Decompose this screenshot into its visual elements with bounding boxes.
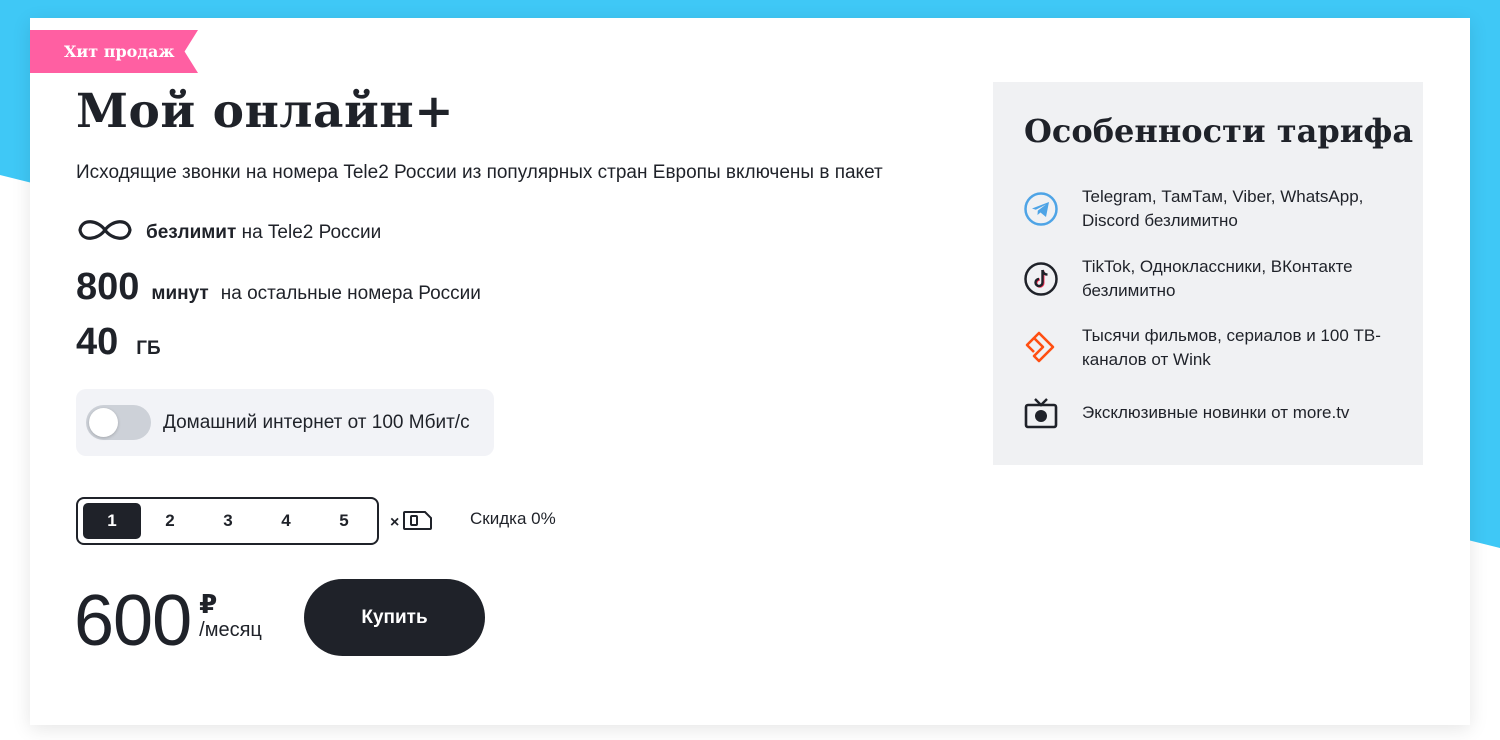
minutes-value: 800 [76,266,140,308]
data-value: 40 [76,321,119,363]
feature-item: Тысячи фильмов, сериалов и 100 ТВ-канало… [1023,324,1403,372]
unlimited-row: безлимит на Tele2 России [76,218,381,248]
sim-card-icon [403,509,433,536]
telegram-icon [1023,191,1059,227]
minutes-row: 800 минут на остальные номера России [76,266,481,310]
feature-text: Тысячи фильмов, сериалов и 100 ТВ-канало… [1082,326,1381,369]
unlimited-label: безлимит [146,222,237,243]
price-amount: 600 [74,581,192,661]
sim-option-5[interactable]: 5 [315,503,373,539]
sim-option-1[interactable]: 1 [83,503,141,539]
home-internet-toggle[interactable] [86,405,151,440]
feature-text: Эксклюзивные новинки от more.tv [1082,403,1350,422]
data-unit: ГБ [136,338,161,359]
feature-item: Эксклюзивные новинки от more.tv [1023,395,1403,431]
tariff-title: Мой онлайн+ [76,84,455,139]
tv-icon [1023,395,1059,431]
unlimited-desc: на Tele2 России [241,222,382,243]
feature-text: TikTok, Одноклассники, ВКонтакте безлими… [1082,257,1353,300]
features-panel: Особенности тарифа Telegram, ТамТам, Vib… [993,82,1423,465]
sim-multiplier: × [390,509,433,536]
infinity-icon [76,216,134,250]
feature-text: Telegram, ТамТам, Viber, WhatsApp, Disco… [1082,187,1364,230]
price-period: /месяц [199,619,262,641]
sim-option-3[interactable]: 3 [199,503,257,539]
data-row: 40 ГБ [76,321,161,365]
features-title: Особенности тарифа [1024,112,1414,150]
buy-button[interactable]: Купить [304,579,485,656]
times-sign: × [390,513,400,531]
minutes-unit: минут [151,283,209,304]
home-internet-toggle-row[interactable]: Домашний интернет от 100 Мбит/с [76,389,494,456]
feature-item: TikTok, Одноклассники, ВКонтакте безлими… [1023,255,1403,303]
sim-count-selector: 1 2 3 4 5 [76,497,379,545]
sim-option-2[interactable]: 2 [141,503,199,539]
discount-label: Скидка 0% [470,509,556,528]
toggle-knob [89,408,118,437]
hit-badge: Хит продаж [30,30,198,73]
tariff-subtitle: Исходящие звонки на номера Tele2 России … [76,162,883,183]
sim-option-4[interactable]: 4 [257,503,315,539]
price-currency: ₽ [199,589,218,619]
home-internet-label: Домашний интернет от 100 Мбит/с [163,411,470,433]
price-block: 600 ₽ /месяц [74,580,262,662]
tariff-card: Хит продаж Мой онлайн+ Исходящие звонки … [30,18,1470,725]
wink-icon [1023,330,1059,366]
tiktok-icon [1023,261,1059,297]
minutes-desc: на остальные номера России [220,283,481,304]
feature-item: Telegram, ТамТам, Viber, WhatsApp, Disco… [1023,185,1403,233]
